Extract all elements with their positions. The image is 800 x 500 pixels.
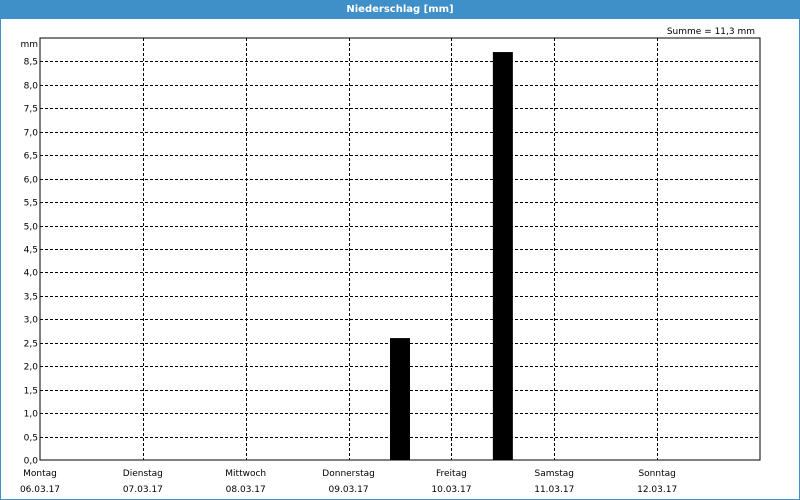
x-tick-day-label: Montag (23, 469, 57, 479)
y-tick-label: 5,0 (24, 223, 39, 233)
x-tick-day-label: Samstag (535, 469, 574, 479)
x-tick-date-label: 08.03.17 (226, 485, 266, 495)
y-tick-label: 2,5 (24, 340, 38, 350)
precipitation-bar (492, 52, 513, 461)
y-tick-label: 7,0 (24, 129, 39, 139)
y-tick-label: 6,0 (24, 176, 39, 186)
precipitation-bar-chart: 0,0 0,5 1,0 1,5 2,0 2,5 3,0 3,5 4,0 4,5 5,0 5,5 6,0 6… (20, 37, 761, 495)
y-tick-label: 0,0 (24, 457, 39, 467)
x-tick-date-label: 06.03.17 (20, 485, 60, 495)
x-tick-day-label: Freitag (436, 469, 467, 479)
y-tick-label: 8,5 (24, 58, 38, 68)
x-tick-day-label: Donnerstag (322, 469, 375, 479)
y-tick-label: 1,5 (24, 387, 38, 397)
x-tick-date-label: 12.03.17 (637, 485, 677, 495)
x-tick-date-label: 10.03.17 (431, 485, 471, 495)
y-tick-label: 3,0 (24, 316, 39, 326)
x-tick-date-label: 09.03.17 (329, 485, 369, 495)
x-tick-date-label: 07.03.17 (123, 485, 163, 495)
precipitation-bar (390, 338, 410, 460)
x-tick-date-label: 11.03.17 (534, 485, 574, 495)
axes: 0,0 0,5 1,0 1,5 2,0 2,5 3,0 3,5 4,0 4,5 5,0 5,5 6,0 6… (20, 40, 677, 495)
y-tick-label: 8,0 (24, 82, 39, 92)
y-tick-label: 4,5 (24, 246, 38, 256)
y-axis-unit-label: mm (20, 40, 38, 50)
x-tick-day-label: Dienstag (123, 469, 163, 479)
x-tick-day-label: Mittwoch (225, 469, 266, 479)
y-tick-label: 7,5 (24, 105, 38, 115)
y-tick-label: 3,5 (24, 293, 38, 303)
y-tick-label: 5,5 (24, 199, 38, 209)
y-tick-label: 4,0 (24, 269, 39, 279)
y-tick-label: 6,5 (24, 152, 38, 162)
y-tick-label: 2,0 (24, 363, 39, 373)
y-tick-label: 1,0 (24, 410, 39, 420)
y-tick-label: 0,5 (24, 434, 38, 444)
x-tick-day-label: Sonntag (638, 469, 675, 479)
